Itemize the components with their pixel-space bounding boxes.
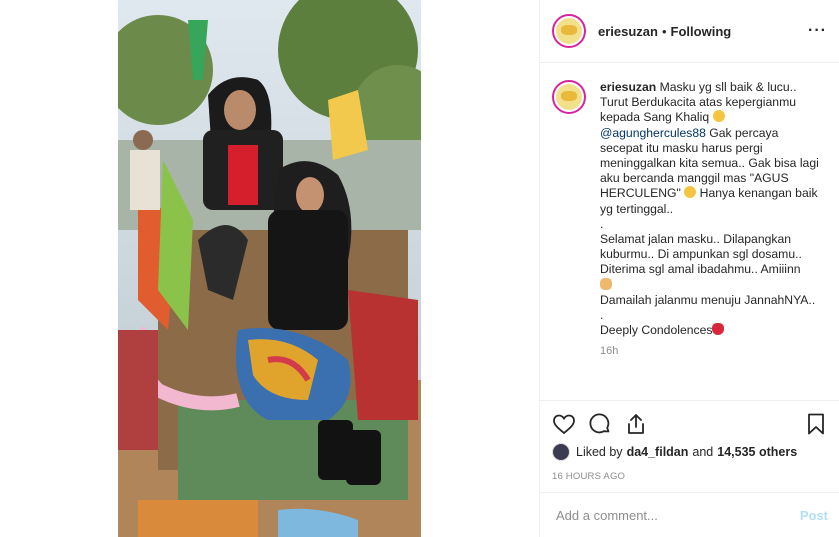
caption-scroll[interactable]: eriesuzan Masku yg sll baik & lucu.. Tur…: [540, 64, 839, 398]
header-username[interactable]: eriesuzan: [598, 24, 658, 39]
caption-dot-2: .: [600, 308, 604, 323]
likes-summary: Liked by da4_fildan and 14,535 others: [552, 443, 828, 461]
caption-text: eriesuzan Masku yg sll baik & lucu.. Tur…: [600, 80, 820, 360]
post-actions: Liked by da4_fildan and 14,535 others 16…: [540, 400, 839, 492]
caption-time[interactable]: 16h: [600, 344, 820, 359]
caption-username[interactable]: eriesuzan: [600, 80, 656, 94]
profile-avatar[interactable]: [552, 14, 586, 48]
separator-dot: •: [661, 23, 667, 39]
caption-mention[interactable]: @agunghercules88: [600, 126, 706, 140]
rose-icon: [712, 323, 725, 336]
likes-count[interactable]: 14,535 others: [717, 445, 797, 459]
bookmark-icon[interactable]: [804, 412, 828, 436]
more-options-icon[interactable]: ···: [808, 22, 827, 40]
sad-face-icon: [684, 186, 697, 199]
caption-paragraph-3: Damailah jalanmu menuju JannahNYA..: [600, 292, 816, 307]
comment-input[interactable]: [556, 507, 800, 523]
sad-face-icon: [712, 110, 725, 123]
caption-dot: .: [600, 216, 604, 231]
following-button[interactable]: Following: [671, 24, 732, 39]
share-icon[interactable]: [624, 412, 648, 436]
likes-and: and: [692, 445, 714, 459]
praying-hands-icon: [600, 277, 612, 290]
post-timestamp[interactable]: 16 HOURS AGO: [552, 471, 828, 482]
caption-avatar[interactable]: [552, 80, 586, 114]
caption-paragraph-2: Selamat jalan masku.. Dilapangkan kuburm…: [600, 232, 802, 277]
liker-avatar[interactable]: [552, 443, 570, 461]
liker-username[interactable]: da4_fildan: [627, 445, 689, 459]
post-photo[interactable]: [118, 0, 421, 537]
post-comment-button[interactable]: Post: [800, 508, 828, 523]
post-header: eriesuzan • Following ···: [540, 0, 839, 63]
heart-icon[interactable]: [552, 412, 576, 436]
comment-icon[interactable]: [588, 412, 612, 436]
comment-bar: Post: [540, 492, 839, 537]
photo-illustration: [118, 0, 421, 537]
likes-prefix: Liked by: [576, 445, 623, 459]
caption-paragraph-4: Deeply Condolences: [600, 323, 713, 338]
post-sidebar: eriesuzan • Following ··· eriesuzan Mask…: [539, 0, 839, 537]
